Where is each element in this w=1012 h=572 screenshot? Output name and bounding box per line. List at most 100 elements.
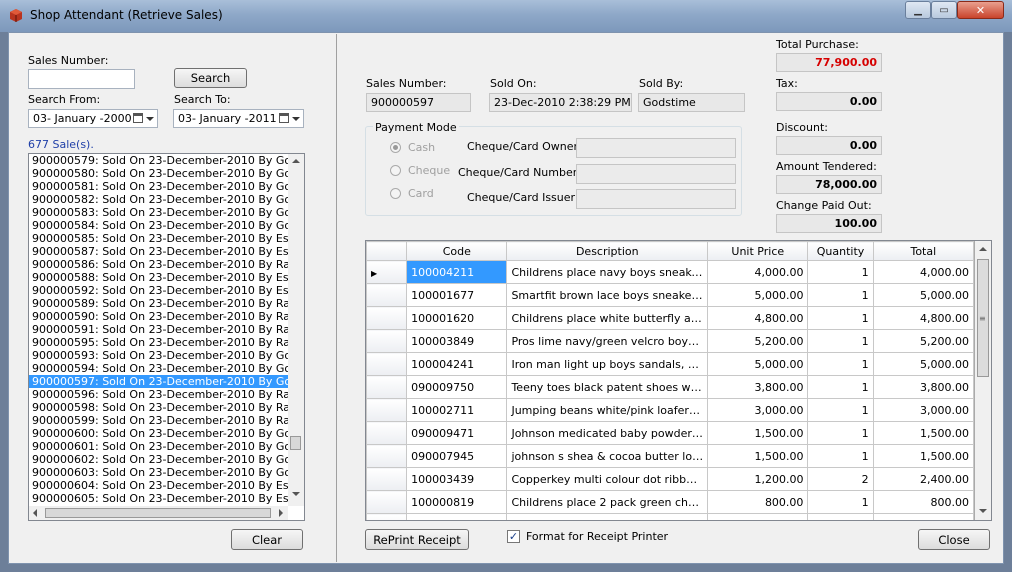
cell-total[interactable]: 3,500.00 xyxy=(872,513,975,520)
row-header[interactable] xyxy=(366,375,408,399)
cell-description[interactable]: Childrens place navy boys sneaker, siz..… xyxy=(506,260,709,284)
cell-quantity[interactable]: 1 xyxy=(807,352,874,376)
cell-description[interactable]: Johnson medicated baby powder, 15oz xyxy=(506,421,709,445)
cell-total[interactable]: 3,800.00 xyxy=(872,375,975,399)
list-item[interactable]: 900000588: Sold On 23-December-2010 By E… xyxy=(29,271,304,284)
scroll-left-icon[interactable] xyxy=(33,509,37,517)
panel-splitter[interactable] xyxy=(336,34,337,562)
list-item[interactable]: 900000599: Sold On 23-December-2010 By R… xyxy=(29,414,304,427)
cell-code[interactable]: 100004211 xyxy=(406,260,508,284)
cell-quantity[interactable]: 1 xyxy=(807,283,874,307)
cell-quantity[interactable]: 1 xyxy=(807,329,874,353)
column-header-code[interactable]: Code xyxy=(406,241,508,261)
close-button[interactable]: Close xyxy=(918,529,990,550)
cheque-radio[interactable] xyxy=(390,165,401,176)
cell-code[interactable]: 100001677 xyxy=(406,283,508,307)
clear-button[interactable]: Clear xyxy=(231,529,303,550)
cell-total[interactable]: 1,500.00 xyxy=(872,444,975,468)
cell-total[interactable]: 5,000.00 xyxy=(872,283,975,307)
list-scroll-thumb[interactable] xyxy=(290,436,301,450)
list-item[interactable]: 900000590: Sold On 23-December-2010 By R… xyxy=(29,310,304,323)
list-item[interactable]: 900000580: Sold On 23-December-2010 By G… xyxy=(29,167,304,180)
reprint-receipt-button[interactable]: RePrint Receipt xyxy=(365,529,469,550)
cell-total[interactable]: 2,400.00 xyxy=(872,467,975,491)
cell-description[interactable]: Jumping beans white/pink loafer girls s.… xyxy=(506,398,709,422)
cell-quantity[interactable]: 1 xyxy=(807,421,874,445)
cell-unit-price[interactable]: 3,500.00 xyxy=(707,513,809,520)
cell-total[interactable]: 5,200.00 xyxy=(872,329,975,353)
minimize-button[interactable]: ▁ xyxy=(905,1,931,19)
cell-unit-price[interactable]: 3,800.00 xyxy=(707,375,809,399)
cell-total[interactable]: 1,500.00 xyxy=(872,421,975,445)
table-row[interactable]: 100001482Oshkosh light blue curdoroy tro… xyxy=(366,513,975,520)
list-item[interactable]: 900000598: Sold On 23-December-2010 By R… xyxy=(29,401,304,414)
list-item[interactable]: 900000604: Sold On 23-December-2010 By E… xyxy=(29,479,304,492)
row-header[interactable] xyxy=(366,513,408,520)
search-button[interactable]: Search xyxy=(174,68,247,88)
cell-description[interactable]: Oshkosh light blue curdoroy trouser,siz.… xyxy=(506,513,709,520)
table-row[interactable]: ▶ 100004211 Childrens place navy boys snea… xyxy=(366,260,975,284)
grid-vertical-scrollbar[interactable]: ≡ xyxy=(975,241,991,520)
cheque-issuer-input[interactable] xyxy=(576,189,736,209)
list-item[interactable]: 900000587: Sold On 23-December-2010 By E… xyxy=(29,245,304,258)
cell-description[interactable]: Childrens place white butterfly applique… xyxy=(506,306,709,330)
cell-unit-price[interactable]: 5,000.00 xyxy=(707,352,809,376)
search-to-date-picker[interactable]: 03- January -2011 xyxy=(173,109,304,128)
cell-code[interactable]: 100001620 xyxy=(406,306,508,330)
cell-code[interactable]: 100003439 xyxy=(406,467,508,491)
chevron-down-icon[interactable] xyxy=(292,117,300,121)
cell-unit-price[interactable]: 1,200.00 xyxy=(707,467,809,491)
cell-description[interactable]: Teeny toes black patent shoes with bo... xyxy=(506,375,709,399)
table-row[interactable]: 090007945 johnson s shea & cocoa butter l… xyxy=(366,444,975,468)
cell-quantity[interactable]: 1 xyxy=(807,375,874,399)
table-row[interactable]: 100003439 Copperkey multi colour dot ribb… xyxy=(366,467,975,491)
column-header-total[interactable]: Total xyxy=(872,241,975,261)
cell-description[interactable]: Childrens place 2 pack green check b... xyxy=(506,490,709,514)
column-header-quantity[interactable]: Quantity xyxy=(807,241,874,261)
cell-description[interactable]: johnson s shea & cocoa butter lotion, 1.… xyxy=(506,444,709,468)
cell-description[interactable]: Smartfit brown lace boys sneakers, siz..… xyxy=(506,283,709,307)
list-item[interactable]: 900000581: Sold On 23-December-2010 By G… xyxy=(29,180,304,193)
table-row[interactable]: 100004241 Iron man light up boys sandals,… xyxy=(366,352,975,376)
cell-quantity[interactable]: 1 xyxy=(807,398,874,422)
cell-unit-price[interactable]: 3,000.00 xyxy=(707,398,809,422)
cheque-owner-input[interactable] xyxy=(576,138,736,158)
cell-code[interactable]: 090009471 xyxy=(406,421,508,445)
row-header[interactable] xyxy=(366,421,408,445)
list-item[interactable]: 900000595: Sold On 23-December-2010 By R… xyxy=(29,336,304,349)
cell-total[interactable]: 4,000.00 xyxy=(872,260,975,284)
list-horizontal-scrollbar[interactable] xyxy=(29,506,288,520)
cell-unit-price[interactable]: 1,500.00 xyxy=(707,444,809,468)
calendar-icon[interactable] xyxy=(133,113,143,123)
cell-code[interactable]: 100001482 xyxy=(406,513,508,520)
row-header[interactable] xyxy=(366,306,408,330)
cell-description[interactable]: Copperkey multi colour dot ribbon hair .… xyxy=(506,467,709,491)
scroll-down-icon[interactable] xyxy=(979,509,987,513)
row-header[interactable] xyxy=(366,352,408,376)
row-header[interactable] xyxy=(366,467,408,491)
cell-quantity[interactable]: 1 xyxy=(807,260,874,284)
cell-total[interactable]: 800.00 xyxy=(872,490,975,514)
list-item[interactable]: 900000589: Sold On 23-December-2010 By R… xyxy=(29,297,304,310)
row-header[interactable] xyxy=(366,444,408,468)
list-item[interactable]: 900000592: Sold On 23-December-2010 By E… xyxy=(29,284,304,297)
format-receipt-checkbox[interactable]: ✓ xyxy=(507,530,520,543)
cash-radio[interactable] xyxy=(390,142,401,153)
list-vertical-scrollbar[interactable] xyxy=(288,154,304,506)
window-close-button[interactable]: ✕ xyxy=(957,1,1004,19)
list-item[interactable]: 900000596: Sold On 23-December-2010 By R… xyxy=(29,388,304,401)
list-hscroll-thumb[interactable] xyxy=(45,508,271,518)
cell-quantity[interactable]: 2 xyxy=(807,467,874,491)
search-from-date-picker[interactable]: 03- January -2000 xyxy=(28,109,158,128)
table-row[interactable]: 100002711 Jumping beans white/pink loafer… xyxy=(366,398,975,422)
list-item[interactable]: 900000603: Sold On 23-December-2010 By G… xyxy=(29,466,304,479)
cell-description[interactable]: Iron man light up boys sandals, size 12m xyxy=(506,352,709,376)
cell-quantity[interactable]: 1 xyxy=(807,444,874,468)
cell-quantity[interactable]: 1 xyxy=(807,306,874,330)
cell-code[interactable]: 100002711 xyxy=(406,398,508,422)
cell-total[interactable]: 4,800.00 xyxy=(872,306,975,330)
cell-code[interactable]: 090007945 xyxy=(406,444,508,468)
cell-total[interactable]: 3,000.00 xyxy=(872,398,975,422)
cell-unit-price[interactable]: 800.00 xyxy=(707,490,809,514)
sales-list[interactable]: 900000579: Sold On 23-December-2010 By G… xyxy=(28,153,305,521)
